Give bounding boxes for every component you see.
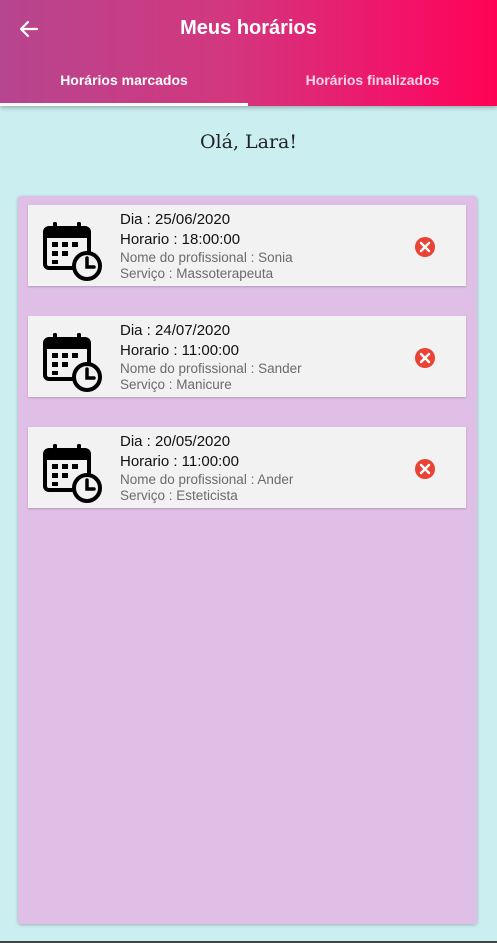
appointment-time: Horario : 11:00:00 [120,453,239,470]
appointment-time: Horario : 18:00:00 [120,231,241,248]
appointment-service: Serviço : Massoterapeuta [120,266,274,281]
cancel-appointment-icon[interactable] [414,236,436,258]
appointments-panel: Dia : 25/06/2020 Horario : 18:00:00 Nome… [18,196,477,924]
page-title: Meus horários [180,17,317,39]
appointment-card: Dia : 20/05/2020 Horario : 11:00:00 Nome… [28,427,466,508]
appointment-service: Serviço : Esteticista [120,488,238,503]
appointment-day: Dia : 25/06/2020 [120,211,231,228]
calendar-clock-icon [43,332,102,392]
calendar-clock-icon [43,443,102,503]
appointment-time: Horario : 11:00:00 [120,342,239,359]
appointment-details: Dia : 20/05/2020 Horario : 11:00:00 Nome… [120,432,293,504]
appointment-professional: Nome do profissional : Ander [120,472,294,487]
appointment-card: Dia : 24/07/2020 Horario : 11:00:00 Nome… [28,316,466,397]
app-bar: Meus horários Horários marcados Horários… [0,0,497,106]
tab-horarios-marcados[interactable]: Horários marcados [0,72,248,92]
appointment-professional: Nome do profissional : Sonia [120,250,293,265]
appointment-professional: Nome do profissional : Sander [120,361,302,376]
tab-horarios-finalizados[interactable]: Horários finalizados [248,72,497,92]
cancel-appointment-icon[interactable] [414,458,436,480]
cancel-appointment-icon[interactable] [414,347,436,369]
appointment-card: Dia : 25/06/2020 Horario : 18:00:00 Nome… [28,205,466,286]
appointment-service: Serviço : Manicure [120,377,232,392]
greeting-text: Olá, Lara! [199,131,298,153]
appointment-day: Dia : 20/05/2020 [120,433,231,450]
appointment-details: Dia : 25/06/2020 Horario : 18:00:00 Nome… [120,210,293,282]
appointment-day: Dia : 24/07/2020 [120,322,231,339]
appointment-details: Dia : 24/07/2020 Horario : 11:00:00 Nome… [120,321,302,393]
tab-indicator [0,103,248,106]
calendar-clock-icon [43,221,102,281]
